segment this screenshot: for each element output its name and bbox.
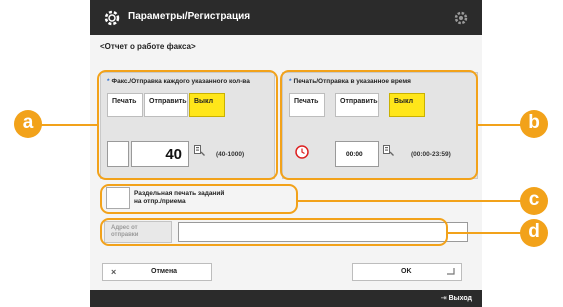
callout-line-c — [298, 200, 528, 202]
callout-box-b — [280, 70, 478, 180]
ok-button[interactable]: OK — [352, 263, 462, 281]
callout-box-a — [97, 70, 278, 180]
cancel-button[interactable]: × Отмена — [102, 263, 212, 281]
title-bar: Параметры/Регистрация — [90, 0, 482, 35]
app-gear-icon — [102, 8, 122, 28]
page-title: Параметры/Регистрация — [128, 11, 251, 22]
close-icon: × — [111, 267, 117, 277]
callout-marker-a: a — [14, 110, 42, 138]
screen-subtitle: <Отчет о работе факса> — [100, 42, 196, 51]
ok-label: OK — [401, 268, 412, 275]
callout-box-c — [100, 184, 298, 214]
logout-icon: ⇥ — [440, 295, 449, 302]
logout-button[interactable]: ⇥ Выход — [441, 294, 472, 302]
enter-icon — [446, 267, 455, 278]
callout-line-d — [448, 232, 528, 234]
settings-icon[interactable] — [452, 9, 470, 27]
logout-label: Выход — [448, 295, 472, 302]
status-bar: ⇥ Выход — [90, 290, 482, 307]
callout-marker-b: b — [520, 110, 548, 138]
cancel-label: Отмена — [151, 268, 178, 275]
callout-marker-d: d — [520, 219, 548, 247]
callout-marker-c: c — [520, 187, 548, 215]
callout-box-d — [100, 218, 448, 246]
